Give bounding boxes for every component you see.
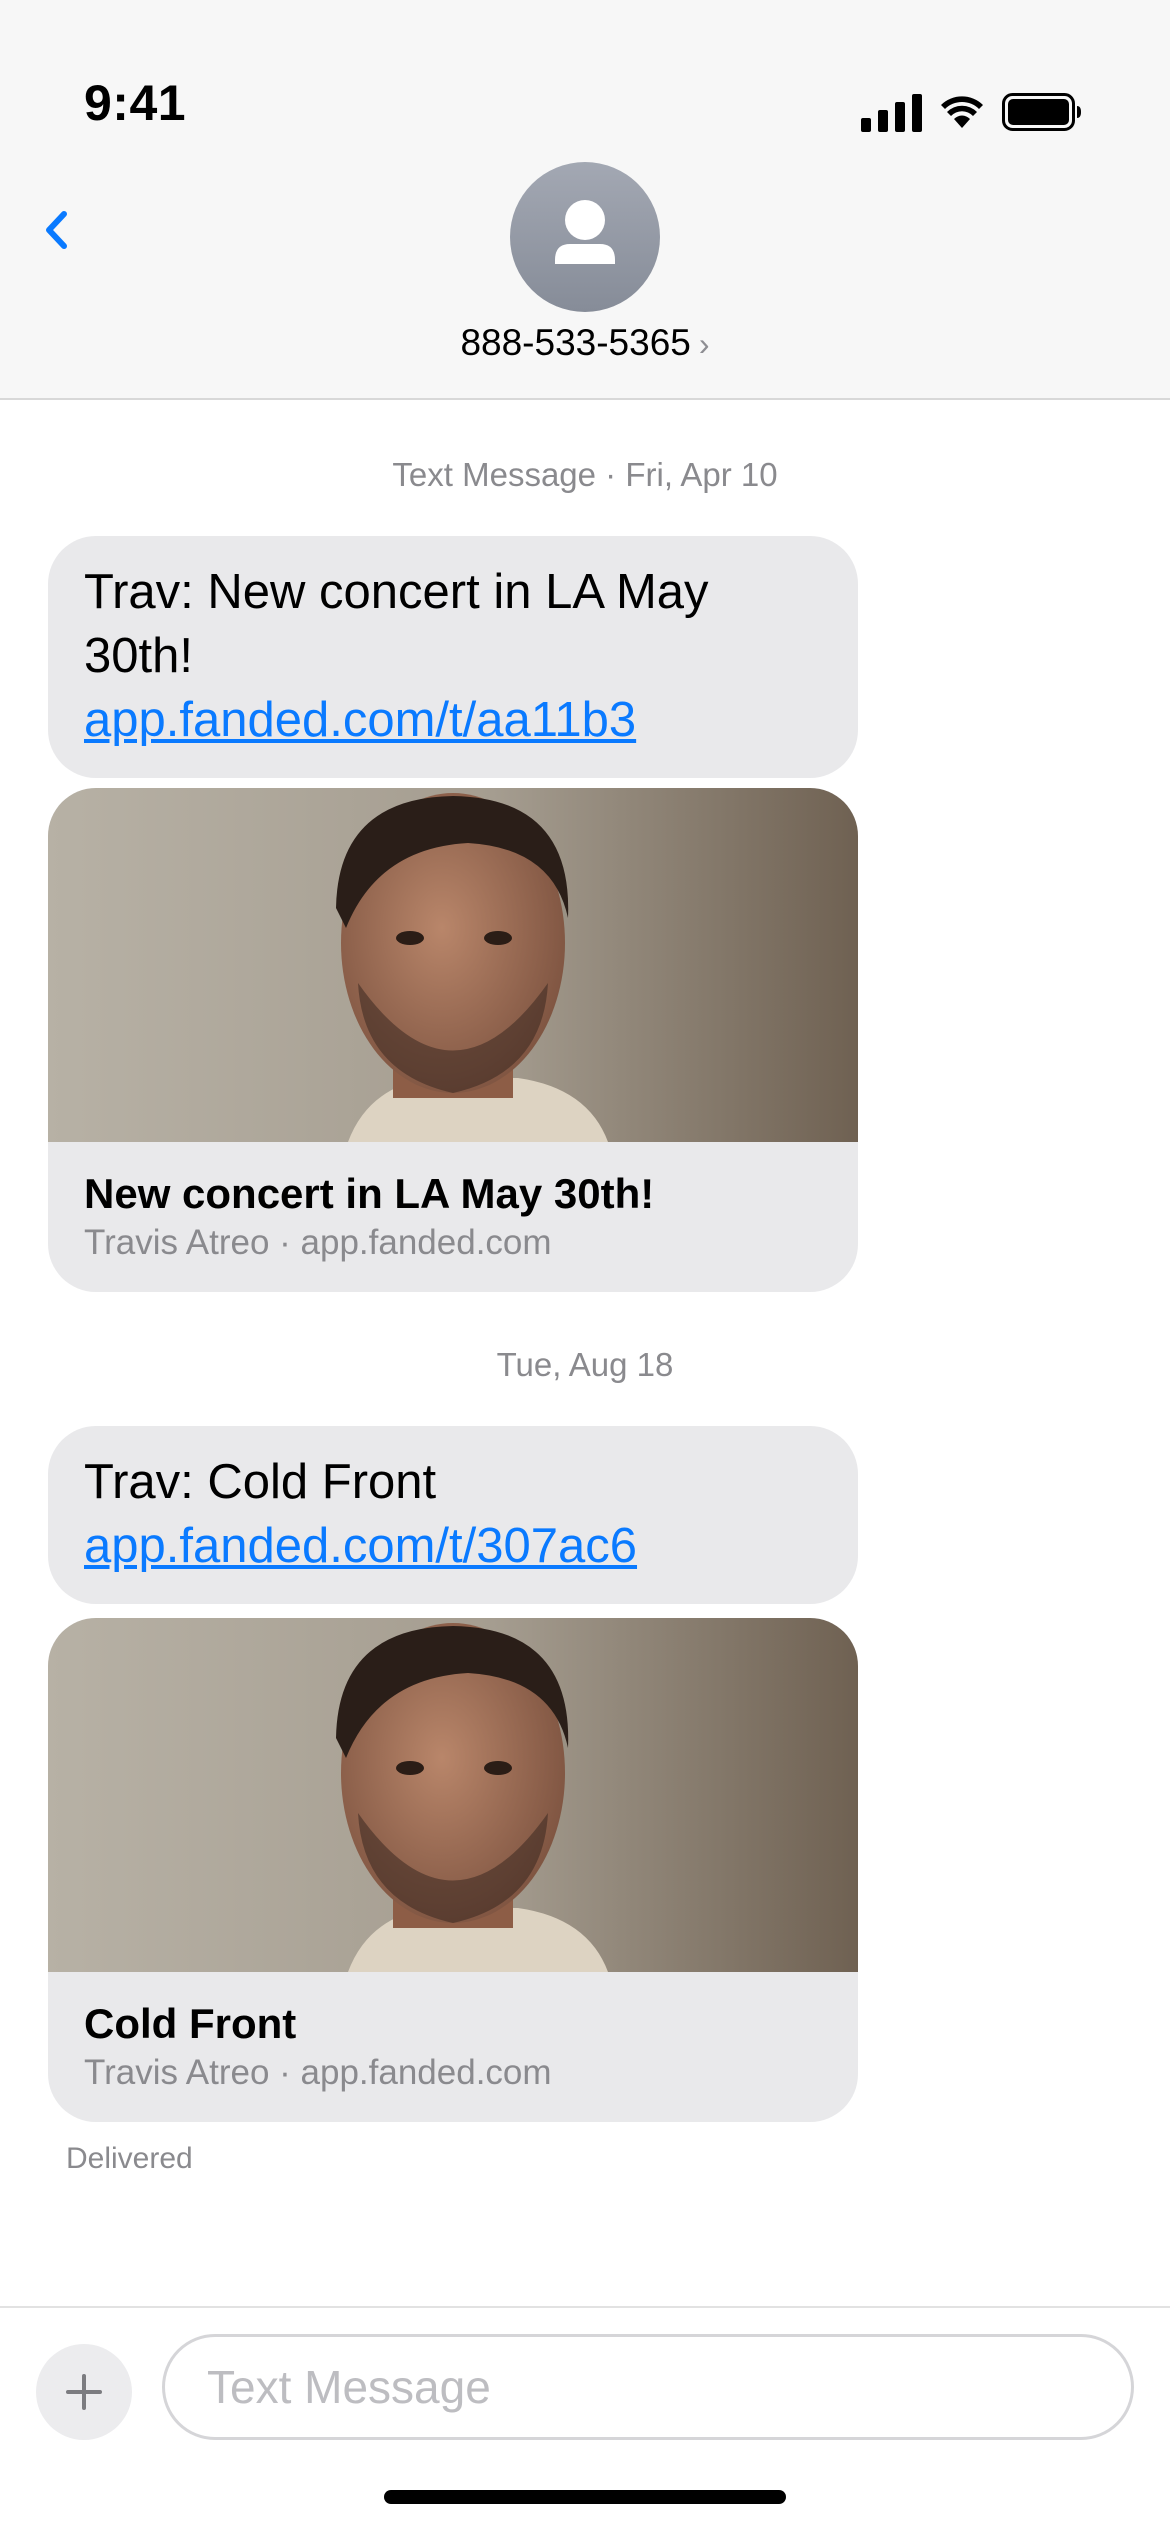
- preview-title: New concert in LA May 30th!: [84, 1170, 655, 1217]
- plus-icon: [66, 2374, 102, 2410]
- status-time: 9:41: [84, 75, 187, 131]
- plus-button[interactable]: [36, 2344, 132, 2440]
- message-text: Trav: Cold Front: [84, 1455, 437, 1509]
- status-icons: [861, 88, 1082, 136]
- timestamp: Text Message · Fri, Apr 10: [392, 456, 778, 493]
- person-icon: [555, 200, 615, 264]
- delivery-status: Delivered: [66, 2142, 193, 2175]
- conversation-header: 9:41 888-533-5365 ›: [0, 0, 1170, 400]
- message-input-placeholder: Text Message: [207, 2361, 491, 2413]
- link-preview-card[interactable]: Cold Front Travis Atreo · app.fanded.com: [48, 1618, 858, 2122]
- chevron-left-icon: [46, 211, 67, 249]
- wifi-icon: [941, 96, 983, 128]
- preview-info: Cold Front Travis Atreo · app.fanded.com: [48, 1972, 858, 2122]
- preview-info: New concert in LA May 30th! Travis Atreo…: [48, 1142, 858, 1292]
- preview-image: [48, 1618, 858, 1972]
- contact-avatar[interactable]: [510, 162, 660, 312]
- preview-title: Cold Front: [84, 2000, 297, 2047]
- preview-meta: Travis Atreo · app.fanded.com: [84, 1223, 552, 1262]
- contact-chevron-icon: ›: [698, 326, 710, 362]
- preview-image: [48, 788, 858, 1142]
- link-preview-card[interactable]: New concert in LA May 30th! Travis Atreo…: [48, 788, 858, 1292]
- timestamp: Tue, Aug 18: [496, 1346, 674, 1383]
- message-bubble[interactable]: Trav: Cold Front app.fanded.com/t/307ac6: [48, 1426, 858, 1604]
- messages-screen: 9:41 888-533-5365 › Text Message · Fri, …: [0, 0, 1170, 2532]
- contact-name-button[interactable]: 888-533-5365 ›: [0, 322, 1170, 364]
- message-link[interactable]: app.fanded.com/t/aa11b3: [84, 688, 822, 752]
- battery-icon: [1002, 93, 1081, 131]
- preview-meta: Travis Atreo · app.fanded.com: [84, 2053, 552, 2092]
- message-bubble[interactable]: Trav: New concert in LA May 30th! app.fa…: [48, 536, 858, 778]
- back-button[interactable]: [38, 200, 74, 260]
- contact-number: 888-533-5365: [460, 322, 691, 363]
- message-text: Trav: New concert in LA May 30th!: [84, 565, 709, 683]
- message-input[interactable]: Text Message: [162, 2334, 1134, 2440]
- message-link[interactable]: app.fanded.com/t/307ac6: [84, 1514, 822, 1578]
- home-indicator[interactable]: [384, 2490, 786, 2504]
- signal-icon: [861, 92, 922, 132]
